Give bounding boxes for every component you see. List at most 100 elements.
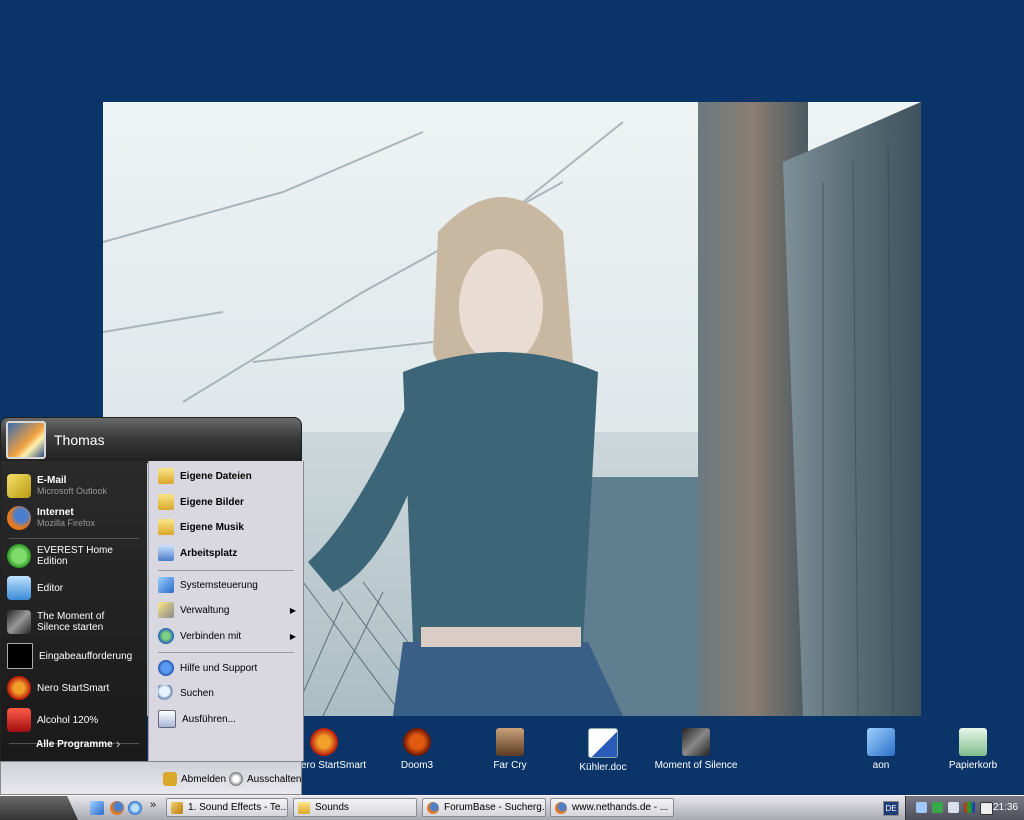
computer-icon [158,545,174,561]
task-button-nethands[interactable]: www.nethands.de - ... [550,798,674,817]
task-button-sound-effects[interactable]: 1. Sound Effects - Te... [166,798,288,817]
help-icon [158,660,174,676]
start-menu: Thomas E-Mail Microsoft Outlook Internet… [0,417,305,795]
antivirus-icon[interactable] [932,802,943,813]
menu-separator [158,570,294,571]
system-connect-to[interactable]: Verbinden mit ▶ [158,625,298,647]
pinned-item-title: Internet [37,507,74,518]
shutdown-button[interactable]: Ausschalten [229,772,301,786]
pinned-item-subtitle: Mozilla Firefox [37,518,96,528]
folder-icon [158,468,174,484]
clock: 21:36 [993,802,1019,813]
word-document-icon [588,728,618,758]
desktop-icon-recycle-bin[interactable]: Papierkorb [931,728,1015,771]
start-menu-programs-pane: E-Mail Microsoft Outlook Internet Mozill… [0,461,147,761]
place-my-documents[interactable]: Eigene Dateien [158,465,298,487]
system-label: Systemsteuerung [180,579,258,591]
firefox-icon [555,801,567,814]
help-label: Hilfe und Support [180,662,258,674]
search-icon [158,685,174,701]
recent-item-moment-of-silence[interactable]: The Moment of Silence starten [7,605,145,639]
task-button-forumbase[interactable]: ForumBase - Sucherg... [422,798,546,817]
run[interactable]: Ausführen... [158,708,298,730]
taskbar: » 1. Sound Effects - Te... Sounds ForumB… [0,795,1024,820]
recent-item-editor[interactable]: Editor [7,573,145,603]
desktop-icon-label: Doom3 [400,760,434,771]
help-and-support[interactable]: Hilfe und Support [158,657,298,679]
moment-of-silence-icon [682,728,710,756]
desktop-icon-doom3[interactable]: Doom3 [375,728,459,771]
recent-item-label: Eingabeaufforderung [39,650,133,662]
recent-item-alcohol[interactable]: Alcohol 120% [7,705,145,735]
desktop-icon-kuehler-doc[interactable]: Kühler.doc [561,728,645,773]
desktop-icon-far-cry[interactable]: Far Cry [468,728,552,771]
submenu-arrow-icon: ▶ [289,605,296,615]
task-button-sounds[interactable]: Sounds [293,798,417,817]
task-label: ForumBase - Sucherg... [444,802,546,813]
recent-item-label: Nero StartSmart [37,682,110,694]
place-label: Eigene Musik [180,521,244,533]
start-button[interactable] [0,796,78,820]
pinned-item-subtitle: Microsoft Outlook [37,486,108,496]
desktop-icon-moment-of-silence[interactable]: Moment of Silence [654,728,738,771]
system-label: Verwaltung [180,604,230,616]
outlook-icon [7,474,31,498]
desktop-icon-aon[interactable]: aon [839,728,923,771]
menu-separator [9,538,139,539]
search[interactable]: Suchen [158,682,298,704]
language-indicator[interactable]: DE [883,801,899,816]
recent-item-everest[interactable]: EVEREST Home Edition [7,541,145,571]
firefox-icon [427,801,439,814]
firefox-icon[interactable] [110,801,124,815]
administration-tools-icon [158,602,174,618]
show-desktop-icon[interactable] [90,801,104,815]
system-control-panel[interactable]: Systemsteuerung [158,574,298,596]
submenu-arrow-icon: ▶ [289,631,296,641]
control-panel-icon [158,577,174,593]
desktop-icon-label: Far Cry [493,760,527,771]
menu-separator [158,652,294,653]
folder-icon [158,519,174,535]
desktop-icon-label: Moment of Silence [654,760,738,771]
all-programs-button[interactable]: Alle Programme [36,739,113,750]
monitor-icon[interactable] [964,802,975,813]
shield-icon[interactable] [948,802,959,813]
network-icon[interactable] [916,802,927,813]
network-connection-icon [867,728,895,756]
everest-info-icon [7,544,31,568]
desktop-icon-label: Kühler.doc [579,762,627,773]
quick-launch-more-icon[interactable]: » [150,799,156,811]
recent-item-nero[interactable]: Nero StartSmart [7,673,145,703]
help-label: Suchen [180,687,214,699]
system-label: Verbinden mit [180,630,242,642]
recent-item-cmd[interactable]: Eingabeaufforderung [7,641,145,671]
network-globe-icon [158,628,174,644]
place-label: Eigene Bilder [180,496,244,508]
nero-icon [7,676,31,700]
user-avatar[interactable] [6,421,46,459]
pinned-item-email[interactable]: E-Mail Microsoft Outlook [7,471,145,501]
internet-explorer-icon[interactable] [128,801,142,815]
folder-icon [298,801,310,814]
notepad-icon [7,576,31,600]
task-label: www.nethands.de - ... [572,802,669,813]
doom3-icon [403,728,431,756]
place-my-computer[interactable]: Arbeitsplatz [158,542,298,564]
place-my-music[interactable]: Eigene Musik [158,516,298,538]
app-tray-icon[interactable] [980,802,993,815]
moment-of-silence-icon [7,610,31,634]
place-label: Arbeitsplatz [180,547,238,559]
system-administration[interactable]: Verwaltung ▶ [158,599,298,621]
run-icon [158,710,176,728]
place-my-pictures[interactable]: Eigene Bilder [158,491,298,513]
recycle-bin-icon [959,728,987,756]
logoff-button[interactable]: Abmelden [163,772,226,786]
alcohol-120-icon [7,708,31,732]
task-label: Sounds [315,802,349,813]
user-name: Thomas [54,432,105,448]
start-menu-footer: Abmelden Ausschalten [0,761,302,795]
pinned-item-internet[interactable]: Internet Mozilla Firefox [7,503,145,533]
task-label: 1. Sound Effects - Te... [188,802,288,813]
desktop-icon-label: Papierkorb [948,760,998,771]
help-label: Ausführen... [182,713,236,725]
